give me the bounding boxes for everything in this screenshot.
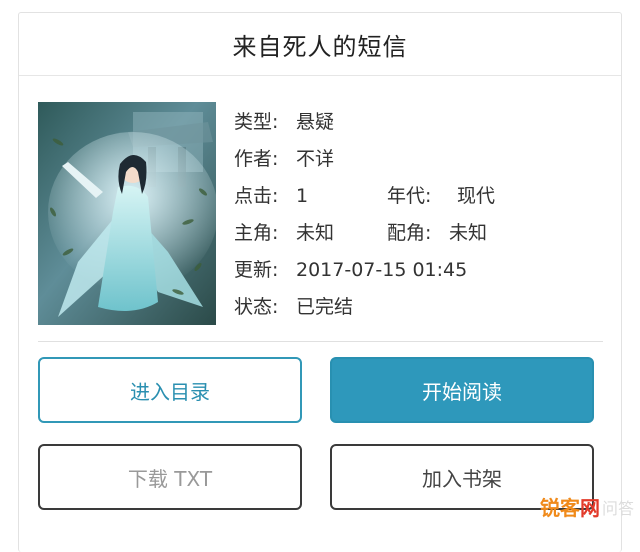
site-watermark: 锐客网问答 bbox=[540, 492, 634, 521]
status-value: 已完结 bbox=[296, 296, 354, 318]
watermark-part1: 锐客 bbox=[539, 496, 580, 520]
info-row-updated: 更新: 2017-07-15 01:45 bbox=[234, 255, 467, 285]
type-label: 类型: bbox=[234, 111, 279, 133]
info-row-clicks: 点击: 1 年代: 现代 bbox=[234, 181, 495, 211]
info-row-status: 状态: 已完结 bbox=[234, 292, 353, 322]
title-bar: 来自死人的短信 bbox=[19, 13, 621, 76]
status-label: 状态: bbox=[234, 296, 279, 318]
clicks-label: 点击: bbox=[234, 185, 279, 207]
updated-value: 2017-07-15 01:45 bbox=[296, 259, 468, 281]
book-cover[interactable] bbox=[38, 102, 216, 325]
era-label: 年代: bbox=[387, 185, 432, 207]
watermark-part2: 网 bbox=[579, 496, 600, 520]
info-row-author: 作者: 不详 bbox=[234, 144, 334, 174]
page-title: 来自死人的短信 bbox=[232, 32, 408, 61]
type-value: 悬疑 bbox=[296, 111, 335, 133]
author-label: 作者: bbox=[234, 148, 279, 170]
supporting-label: 配角: bbox=[387, 222, 432, 244]
info-row-type: 类型: 悬疑 bbox=[234, 107, 334, 137]
protagonist-value: 未知 bbox=[296, 222, 335, 244]
book-cover-image bbox=[38, 102, 216, 325]
author-value: 不详 bbox=[296, 148, 335, 170]
start-reading-button[interactable]: 开始阅读 bbox=[330, 357, 594, 423]
divider bbox=[38, 341, 603, 342]
protagonist-label: 主角: bbox=[234, 222, 279, 244]
download-txt-button[interactable]: 下载 TXT bbox=[38, 444, 302, 510]
era-value: 现代 bbox=[457, 185, 496, 207]
table-of-contents-button[interactable]: 进入目录 bbox=[38, 357, 302, 423]
watermark-part3: 问答 bbox=[601, 498, 634, 518]
book-detail-card: 来自死人的短信 类型: 悬疑 作者: 不详 点击: 1 年代: 现代 主角: 未… bbox=[18, 12, 622, 552]
clicks-value: 1 bbox=[296, 185, 309, 207]
updated-label: 更新: bbox=[234, 259, 279, 281]
info-row-roles: 主角: 未知 配角: 未知 bbox=[234, 218, 487, 248]
supporting-value: 未知 bbox=[449, 222, 488, 244]
